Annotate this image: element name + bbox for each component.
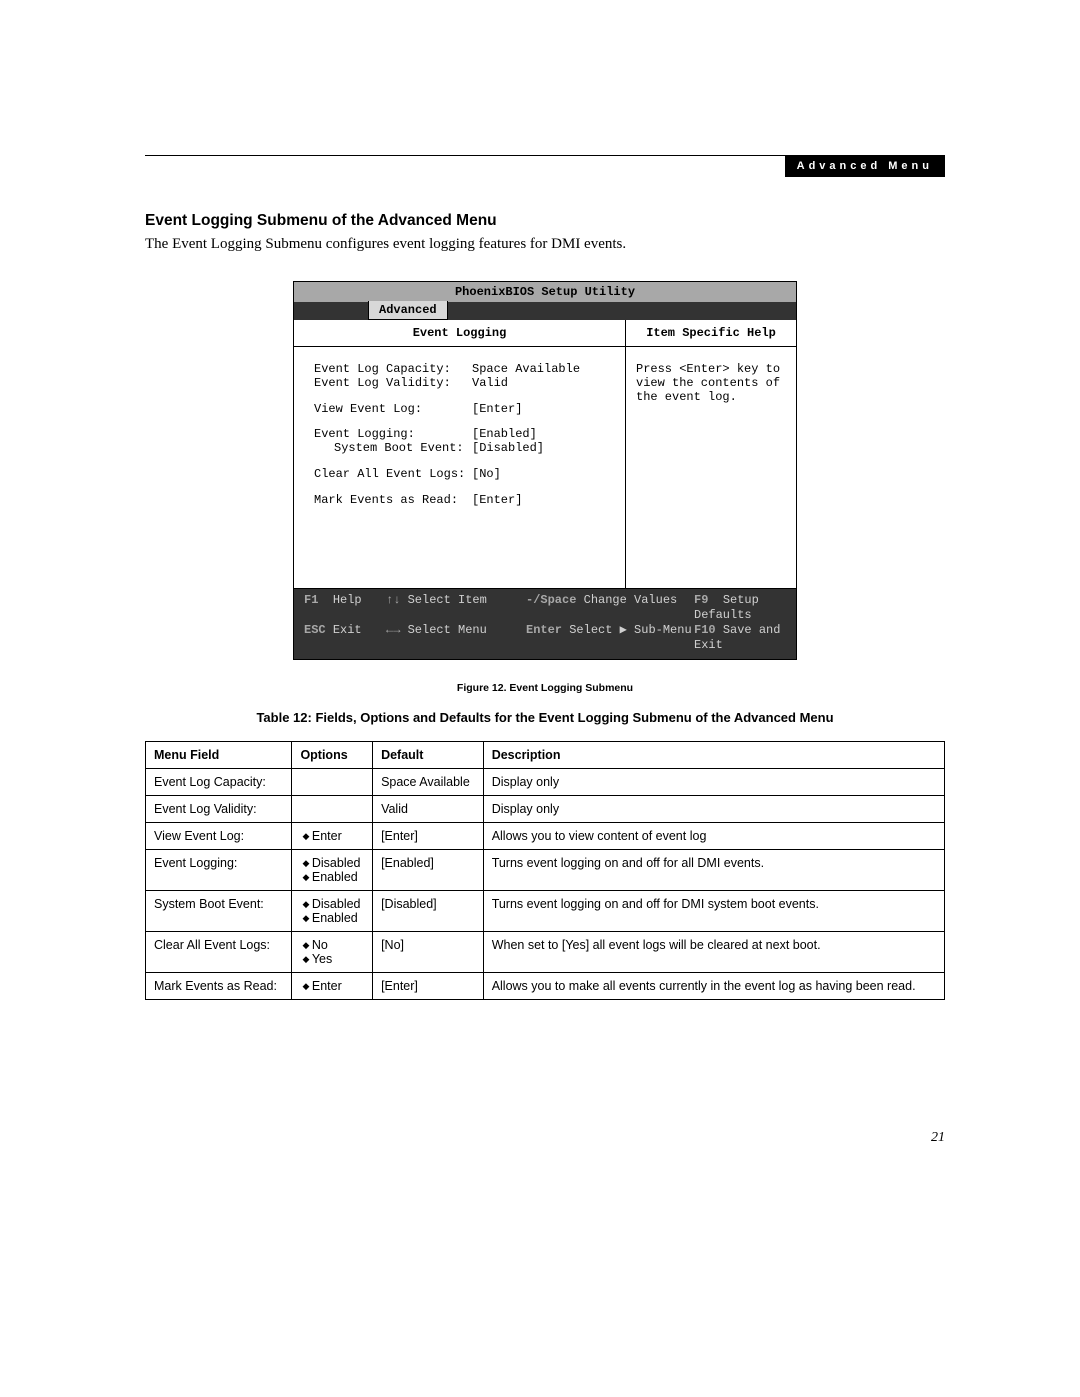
bios-tab-advanced: Advanced: [368, 301, 448, 320]
bios-item-list: Event Log Capacity:Space AvailableEvent …: [294, 347, 625, 588]
bios-help-heading: Item Specific Help: [626, 320, 796, 347]
cell-options: [292, 768, 373, 795]
bios-item: Event Log Validity:Valid: [314, 377, 615, 391]
cell-menu-field: Mark Events as Read:: [146, 972, 292, 999]
cell-description: When set to [Yes] all event logs will be…: [483, 931, 944, 972]
table-row: Event Log Validity: ValidDisplay only: [146, 795, 945, 822]
footer-key-esc: ESC: [304, 623, 326, 637]
footer-key-f1: F1: [304, 593, 318, 607]
footer-key-arrows-h: ←→: [386, 623, 400, 637]
option-item: Enter: [302, 829, 364, 843]
cell-default: [Enabled]: [373, 849, 484, 890]
bios-item-label: Clear All Event Logs:: [314, 468, 472, 482]
bios-footer: F1 Help ↑↓ Select Item -/Space Change Va…: [293, 589, 797, 660]
bios-item-label: Event Log Validity:: [314, 377, 472, 391]
table-row: Event Log Capacity: Space AvailableDispla…: [146, 768, 945, 795]
footer-label-help: Help: [333, 593, 362, 607]
bios-item-label: Event Log Capacity:: [314, 363, 472, 377]
cell-options: Enter: [292, 822, 373, 849]
cell-default: Valid: [373, 795, 484, 822]
cell-description: Allows you to make all events currently …: [483, 972, 944, 999]
footer-label-exit: Exit: [333, 623, 362, 637]
bios-item: View Event Log:[Enter]: [314, 403, 615, 417]
section-heading: Event Logging Submenu of the Advanced Me…: [145, 212, 945, 230]
option-item: Disabled: [302, 856, 364, 870]
cell-description: Turns event logging on and off for all D…: [483, 849, 944, 890]
cell-default: Space Available: [373, 768, 484, 795]
bios-item: Mark Events as Read:[Enter]: [314, 494, 615, 508]
footer-label-change-values: Change Values: [584, 593, 678, 607]
option-item: Enabled: [302, 870, 364, 884]
figure-caption: Figure 12. Event Logging Submenu: [145, 682, 945, 694]
bios-item-value: Valid: [472, 377, 508, 391]
option-item: Enter: [302, 979, 364, 993]
th-menu-field: Menu Field: [146, 741, 292, 768]
footer-key-enter: Enter: [526, 623, 562, 637]
bios-item: Event Log Capacity:Space Available: [314, 363, 615, 377]
bios-item-value: [No]: [472, 468, 501, 482]
footer-label-submenu: Select ▶ Sub-Menu: [569, 623, 691, 637]
header-banner: Advanced Menu: [785, 156, 945, 177]
option-item: Yes: [302, 952, 364, 966]
page-number: 21: [931, 1130, 945, 1146]
option-item: No: [302, 938, 364, 952]
cell-description: Allows you to view content of event log: [483, 822, 944, 849]
fields-table: Menu Field Options Default Description E…: [145, 741, 945, 1000]
table-row: Clear All Event Logs:NoYes[No]When set t…: [146, 931, 945, 972]
bios-item-value: [Disabled]: [472, 442, 544, 456]
cell-options: Enter: [292, 972, 373, 999]
cell-menu-field: Event Log Validity:: [146, 795, 292, 822]
cell-description: Turns event logging on and off for DMI s…: [483, 890, 944, 931]
intro-text: The Event Logging Submenu configures eve…: [145, 236, 945, 253]
cell-menu-field: Event Log Capacity:: [146, 768, 292, 795]
bios-item-value: [Enabled]: [472, 428, 537, 442]
cell-description: Display only: [483, 768, 944, 795]
th-default: Default: [373, 741, 484, 768]
bios-item-value: [Enter]: [472, 494, 522, 508]
table-row: System Boot Event:DisabledEnabled[Disabl…: [146, 890, 945, 931]
bios-item: System Boot Event:[Disabled]: [314, 442, 615, 456]
th-options: Options: [292, 741, 373, 768]
footer-key-space: -/Space: [526, 593, 576, 607]
footer-key-arrows-v: ↑↓: [386, 593, 400, 607]
table-caption: Table 12: Fields, Options and Defaults f…: [145, 710, 945, 725]
bios-screenshot: PhoenixBIOS Setup Utility Advanced Event…: [293, 281, 797, 660]
table-row: Event Logging:DisabledEnabled[Enabled]Tu…: [146, 849, 945, 890]
footer-key-f9: F9: [694, 593, 708, 607]
cell-options: DisabledEnabled: [292, 890, 373, 931]
cell-options: [292, 795, 373, 822]
cell-menu-field: View Event Log:: [146, 822, 292, 849]
bios-item: Clear All Event Logs:[No]: [314, 468, 615, 482]
cell-menu-field: Event Logging:: [146, 849, 292, 890]
cell-default: [Disabled]: [373, 890, 484, 931]
bios-item-label: View Event Log:: [314, 403, 472, 417]
cell-options: DisabledEnabled: [292, 849, 373, 890]
option-item: Enabled: [302, 911, 364, 925]
bios-item-value: [Enter]: [472, 403, 522, 417]
bios-title: PhoenixBIOS Setup Utility: [293, 281, 797, 302]
bios-item-value: Space Available: [472, 363, 580, 377]
cell-options: NoYes: [292, 931, 373, 972]
bios-item-label: Mark Events as Read:: [314, 494, 472, 508]
option-item: Disabled: [302, 897, 364, 911]
cell-default: [Enter]: [373, 972, 484, 999]
table-row: Mark Events as Read: Enter [Enter]Allows y…: [146, 972, 945, 999]
table-row: View Event Log: Enter [Enter]Allows you to…: [146, 822, 945, 849]
cell-menu-field: System Boot Event:: [146, 890, 292, 931]
cell-default: [No]: [373, 931, 484, 972]
footer-label-select-menu: Select Menu: [408, 623, 487, 637]
bios-item-label: Event Logging:: [314, 428, 472, 442]
page-content: Advanced Menu Event Logging Submenu of t…: [145, 155, 945, 1000]
bios-tab-row: Advanced: [293, 302, 797, 320]
footer-label-select-item: Select Item: [408, 593, 487, 607]
footer-key-f10: F10: [694, 623, 716, 637]
bios-item-label: System Boot Event:: [314, 442, 472, 456]
cell-default: [Enter]: [373, 822, 484, 849]
bios-panel-heading: Event Logging: [294, 320, 625, 347]
bios-help-text: Press <Enter> key to view the contents o…: [626, 347, 796, 412]
th-description: Description: [483, 741, 944, 768]
bios-item: Event Logging:[Enabled]: [314, 428, 615, 442]
cell-menu-field: Clear All Event Logs:: [146, 931, 292, 972]
cell-description: Display only: [483, 795, 944, 822]
